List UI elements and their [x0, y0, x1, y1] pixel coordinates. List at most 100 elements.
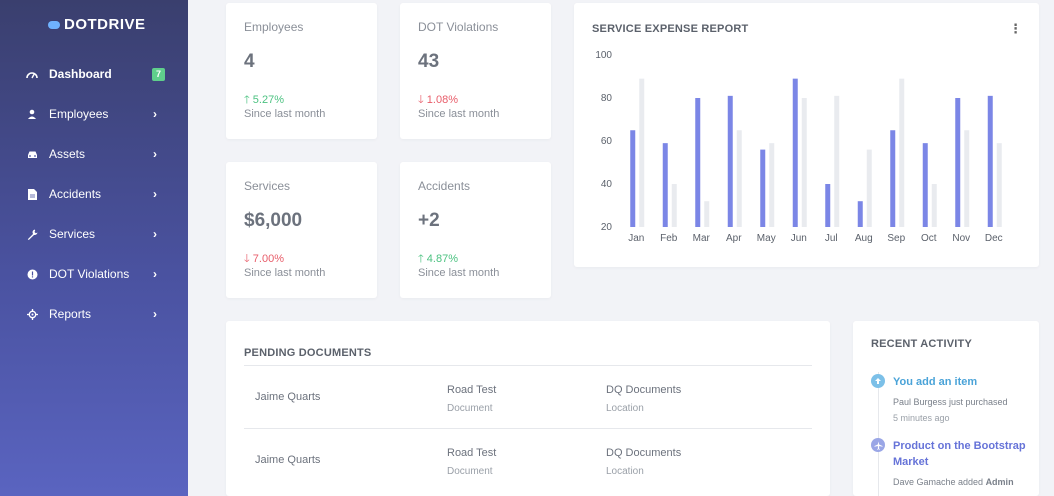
bar-sep-series-2[interactable]: [899, 78, 905, 228]
brand-logo[interactable]: DOTDRIVE: [48, 16, 146, 33]
y-tick-label: 60: [601, 136, 613, 147]
y-tick-label: 80: [601, 93, 613, 104]
stat-value: 4: [244, 51, 255, 72]
bar-feb-series-1[interactable]: [662, 143, 668, 227]
stat-value: 43: [418, 51, 440, 72]
chevron-right-icon: ›: [153, 307, 157, 321]
sidebar-item-assets[interactable]: Assets ›: [0, 139, 188, 169]
bar-jul-series-1[interactable]: [825, 184, 831, 227]
doc-document-sub: Document: [447, 466, 493, 477]
timeline-line: [878, 372, 879, 496]
sidebar-item-label: Dashboard: [49, 67, 112, 81]
bar-dec-series-1[interactable]: [987, 95, 993, 227]
bar-aug-series-1[interactable]: [857, 201, 863, 227]
bar-may-series-1[interactable]: [760, 149, 766, 227]
sidebar-item-dashboard[interactable]: Dashboard 7: [0, 59, 188, 89]
brand-dot-icon: [48, 20, 60, 29]
y-tick-label: 20: [601, 222, 613, 233]
divider: [244, 365, 812, 366]
x-tick-label: Apr: [726, 233, 742, 244]
bar-apr-series-2[interactable]: [736, 130, 742, 227]
sidebar-item-services[interactable]: Services ›: [0, 219, 188, 249]
expense-report-card: SERVICE EXPENSE REPORT ⋮ 20 40 60 80 100 Jan F…: [574, 3, 1039, 267]
x-tick-label: Aug: [855, 233, 873, 244]
stat-value: +2: [418, 210, 440, 231]
doc-location: DQ Documents: [606, 447, 682, 459]
stat-since: Since last month: [418, 108, 500, 120]
doc-document: Road Test: [447, 447, 497, 459]
sidebar-item-reports[interactable]: Reports ›: [0, 299, 188, 329]
x-tick-label: Dec: [985, 233, 1003, 244]
chevron-right-icon: ›: [153, 107, 157, 121]
bar-oct-series-1[interactable]: [922, 143, 928, 227]
user-icon: [26, 108, 38, 120]
sidebar-item-label: Reports: [49, 307, 92, 321]
sidebar-item-label: Accidents: [49, 187, 102, 201]
activity-title[interactable]: Product on the Bootstrap Market: [893, 438, 1026, 470]
sidebar-item-dot-violations[interactable]: DOT Violations ›: [0, 259, 188, 289]
section-title: RECENT ACTIVITY: [871, 338, 972, 350]
activity-text: Dave Gamache added Admin: [893, 477, 1014, 487]
bar-jun-series-1[interactable]: [792, 78, 798, 228]
section-title: PENDING DOCUMENTS: [244, 347, 372, 359]
stat-since: Since last month: [244, 267, 326, 279]
sidebar-item-label: Services: [49, 227, 96, 241]
stat-title: DOT Violations: [418, 20, 499, 34]
bar-mar-series-2[interactable]: [704, 201, 710, 227]
stat-title: Accidents: [418, 179, 471, 193]
chevron-right-icon: ›: [153, 227, 157, 241]
x-tick-label: May: [757, 233, 776, 244]
bar-jul-series-2[interactable]: [834, 95, 840, 227]
x-tick-label: Oct: [921, 233, 937, 244]
bar-jan-series-2[interactable]: [639, 78, 645, 228]
sidebar-item-accidents[interactable]: Accidents ›: [0, 179, 188, 209]
x-tick-label: Jan: [628, 233, 644, 244]
doc-location: DQ Documents: [606, 384, 682, 396]
divider: [244, 428, 812, 429]
bar-apr-series-1[interactable]: [727, 95, 733, 227]
x-tick-label: Jul: [825, 233, 838, 244]
sidebar-item-label: Assets: [49, 147, 86, 161]
bar-feb-series-2[interactable]: [671, 184, 677, 227]
notification-badge: 7: [152, 67, 165, 81]
stat-value: $6,000: [244, 210, 303, 231]
bar-jun-series-2[interactable]: [801, 98, 807, 227]
doc-document: Road Test: [447, 384, 497, 396]
y-tick-label: 100: [595, 50, 612, 61]
y-tick-label: 40: [601, 179, 613, 190]
bar-may-series-2[interactable]: [769, 143, 775, 227]
arrow-up-icon: 🡑: [418, 253, 424, 265]
bar-oct-series-2[interactable]: [931, 184, 937, 227]
upload-icon: [871, 374, 885, 388]
stat-card-employees: Employees 4 🡑 5.27% Since last month: [226, 3, 377, 139]
x-tick-label: Nov: [952, 233, 970, 244]
gear-icon: [26, 308, 38, 320]
stat-since: Since last month: [244, 108, 326, 120]
sidebar-item-label: Employees: [49, 107, 109, 121]
bar-aug-series-2[interactable]: [866, 149, 872, 227]
bar-nov-series-2[interactable]: [964, 130, 970, 227]
arrow-down-icon: 🡓: [244, 253, 250, 265]
bar-mar-series-1[interactable]: [695, 98, 701, 227]
chevron-right-icon: ›: [153, 147, 157, 161]
bar-nov-series-1[interactable]: [955, 98, 961, 227]
arrow-down-icon: 🡓: [418, 94, 424, 106]
chevron-right-icon: ›: [153, 267, 157, 281]
stat-since: Since last month: [418, 267, 500, 279]
stat-card-services: Services $6,000 🡓 7.00% Since last month: [226, 162, 377, 298]
bar-sep-series-1[interactable]: [890, 130, 896, 227]
activity-text: Paul Burgess just purchased: [893, 397, 1008, 407]
file-icon: [26, 188, 38, 200]
doc-employee-name: Jaime Quarts: [255, 391, 321, 403]
chevron-right-icon: ›: [153, 187, 157, 201]
stat-title: Services: [244, 179, 291, 193]
sidebar-item-employees[interactable]: Employees ›: [0, 99, 188, 129]
stat-card-accidents: Accidents +2 🡑 4.87% Since last month: [400, 162, 551, 298]
bar-jan-series-1[interactable]: [630, 130, 636, 227]
doc-location-sub: Location: [606, 466, 644, 477]
doc-employee-name: Jaime Quarts: [255, 454, 321, 466]
x-tick-label: Feb: [660, 233, 678, 244]
activity-title[interactable]: You add an item: [893, 374, 977, 390]
bar-dec-series-2[interactable]: [996, 143, 1002, 227]
activity-time: 5 minutes ago: [893, 413, 950, 423]
